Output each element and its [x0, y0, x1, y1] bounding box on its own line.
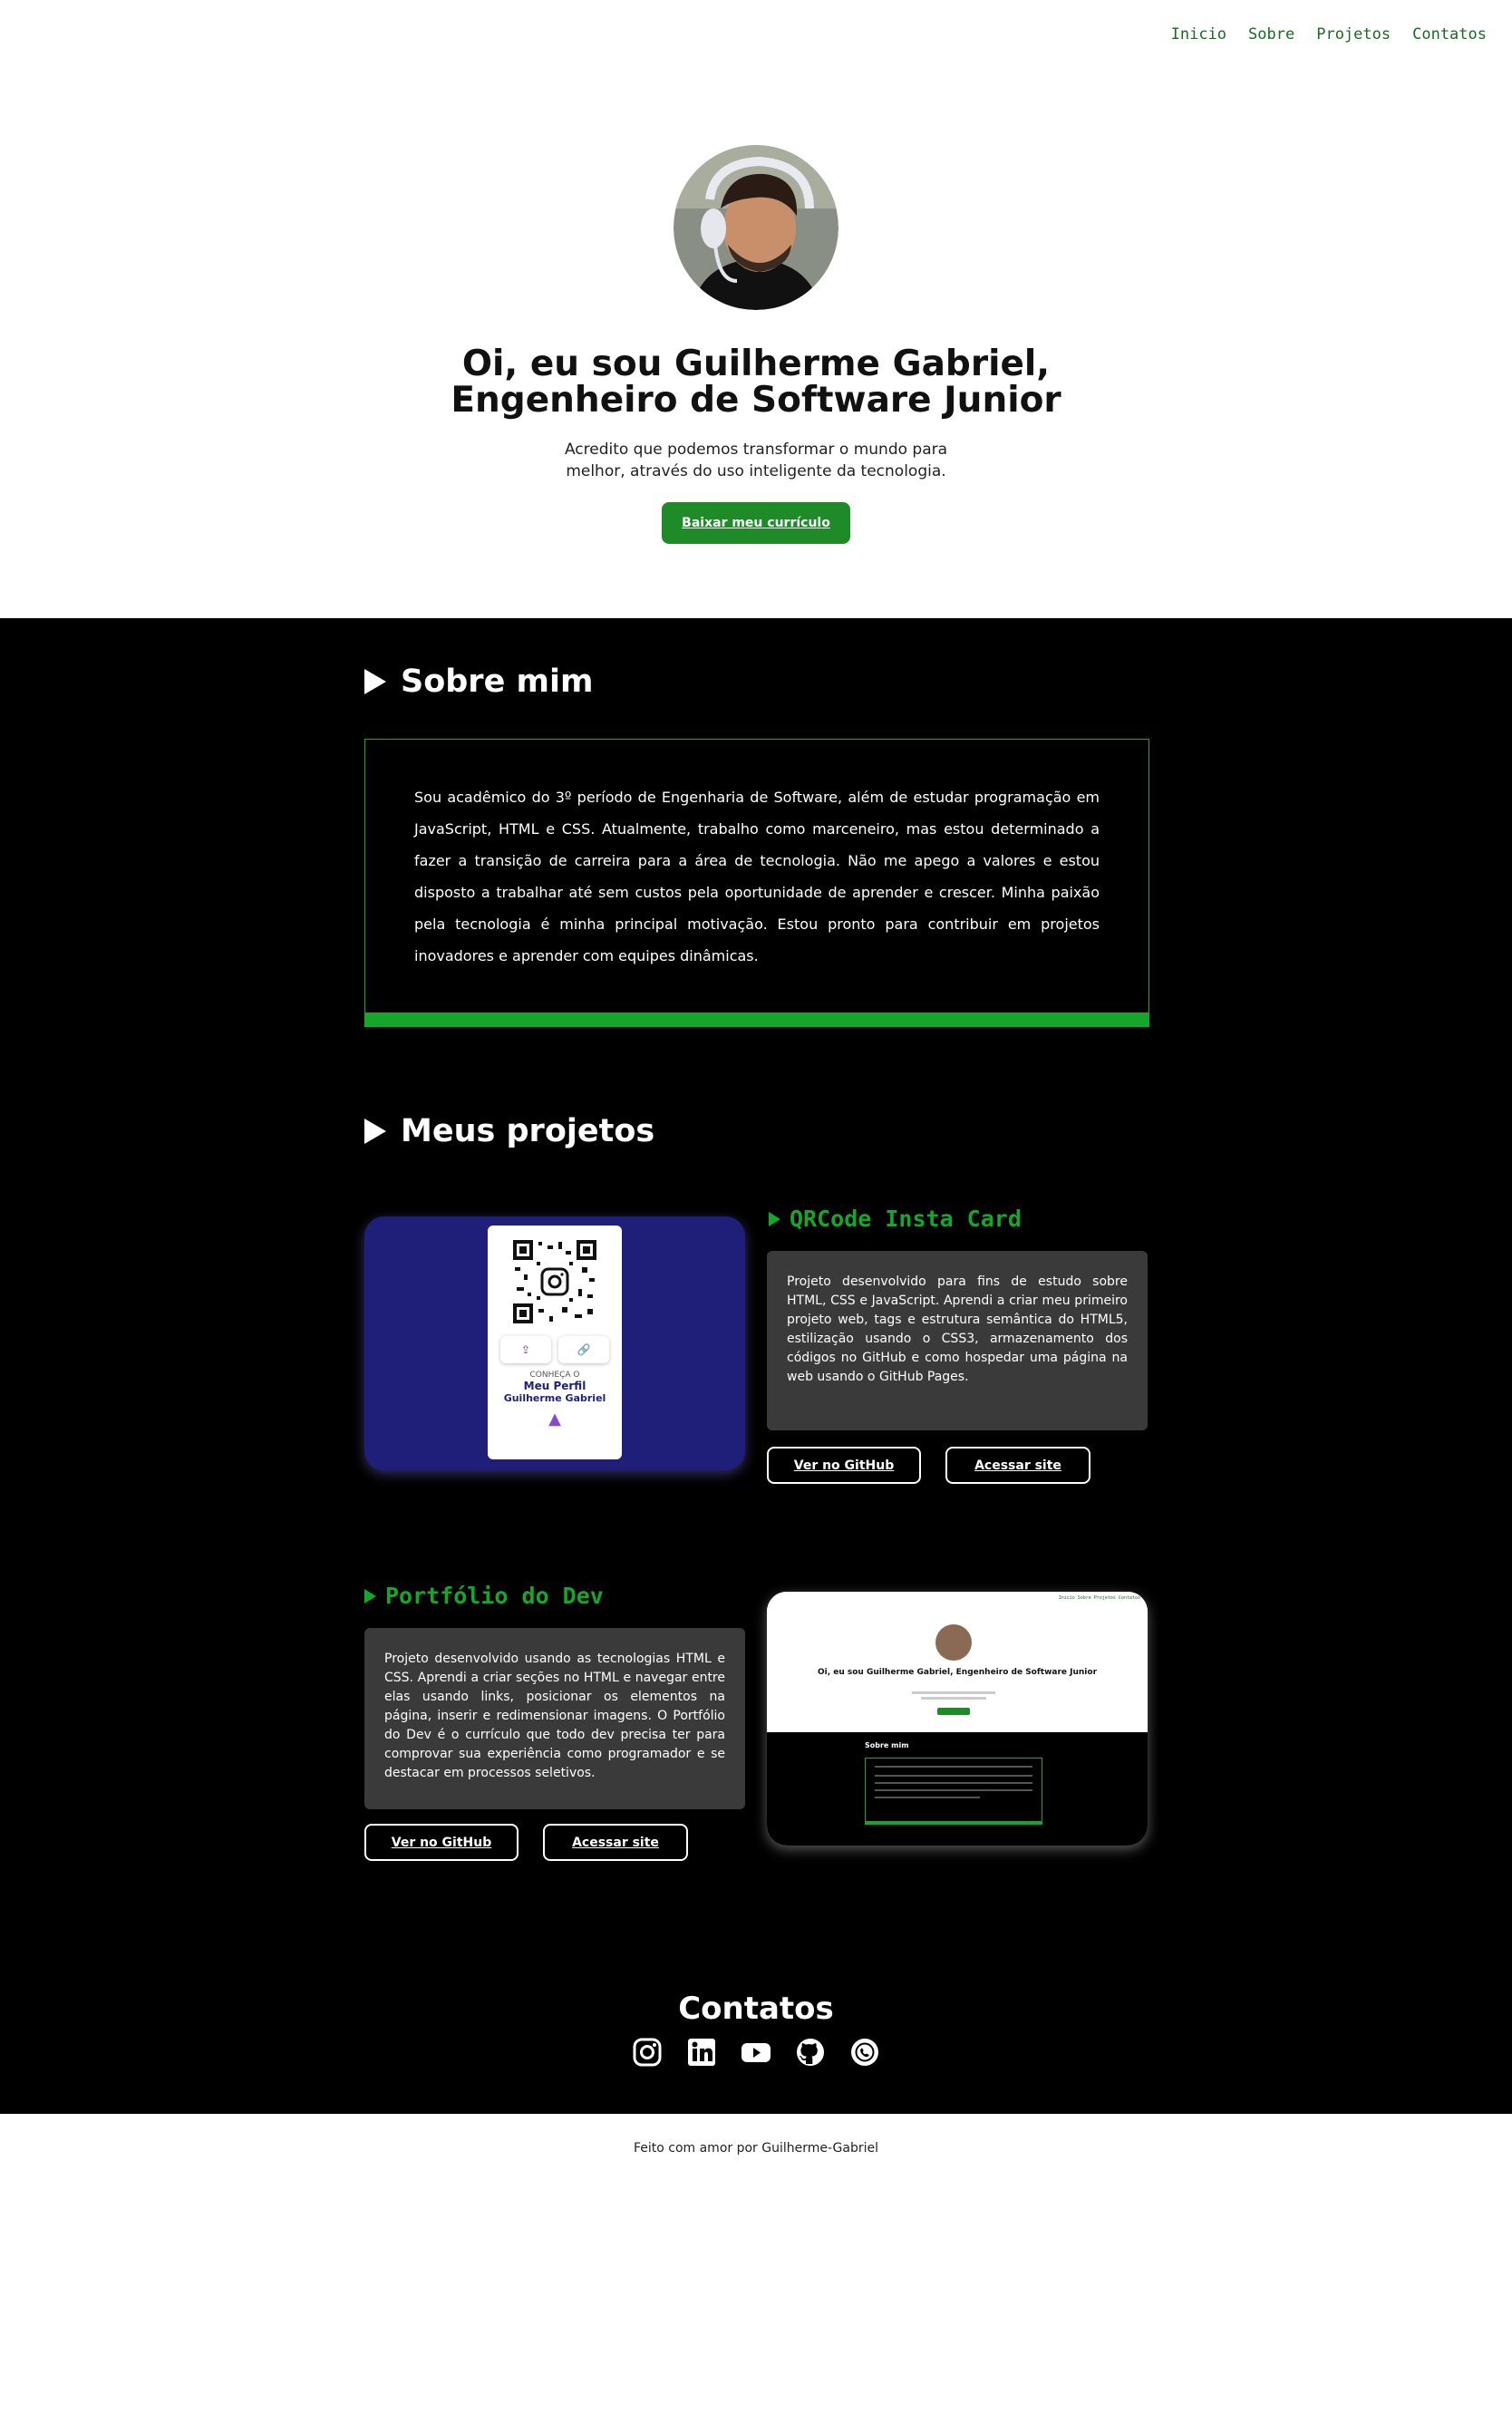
about-heading-text: Sobre mim [401, 664, 594, 700]
qr-card-label3: Guilherme Gabriel [503, 1392, 606, 1404]
qrcode-project-preview[interactable]: ⇪ 🔗 CONHEÇA O Meu Perfil Guilherme Gabri… [364, 1216, 745, 1470]
portfolio-github-button[interactable]: Ver no GitHub [364, 1824, 519, 1861]
github-icon[interactable] [794, 2036, 827, 2069]
qr-code-icon [511, 1238, 598, 1325]
hero-subtitle: Acredito que podemos transformar o mundo… [564, 441, 948, 480]
qr-card-label2: Meu Perfil [523, 1380, 586, 1392]
hero-title-line2: Engenheiro de Software Junior [451, 380, 1061, 421]
portfolio-site-button[interactable]: Acessar site [543, 1824, 688, 1861]
about-card: Sou acadêmico do 3º período de Engenhari… [364, 739, 1149, 1027]
download-cv-button[interactable]: Baixar meu currículo [662, 502, 850, 544]
project-title-qrcode: QRCode Insta Card [769, 1206, 1022, 1232]
qrcode-card-mockup: ⇪ 🔗 CONHEÇA O Meu Perfil Guilherme Gabri… [488, 1226, 622, 1459]
dark-section: Sobre mim Sou acadêmico do 3º período de… [0, 618, 1512, 2114]
portfolio-project-preview[interactable]: Inicio Sobre Projetos Contatos Oi, eu so… [767, 1592, 1148, 1846]
project-title-portfolio-text: Portfólio do Dev [385, 1583, 604, 1609]
footer: Feito com amor por Guilherme-Gabriel [0, 2141, 1512, 2156]
hero-title-line1: Oi, eu sou Guilherme Gabriel, [461, 344, 1051, 384]
whatsapp-icon[interactable] [848, 2036, 881, 2069]
portfolio-preview-title: Oi, eu sou Guilherme Gabriel, Engenheiro… [817, 1668, 1098, 1677]
contacts-heading: Contatos [678, 1991, 834, 2027]
portfolio-preview-hero: Inicio Sobre Projetos Contatos Oi, eu so… [767, 1592, 1148, 1732]
project-description-qrcode: Projeto desenvolvido para fins de estudo… [767, 1251, 1148, 1430]
triangle-icon [364, 1588, 376, 1604]
nav-link-sobre[interactable]: Sobre [1248, 25, 1294, 44]
qrcode-github-button[interactable]: Ver no GitHub [767, 1447, 921, 1484]
qr-card-label1: CONHEÇA O [529, 1371, 580, 1380]
projects-heading-text: Meus projetos [401, 1113, 655, 1149]
project-title-qrcode-text: QRCode Insta Card [790, 1206, 1022, 1232]
share-icon: ⇪ [500, 1336, 551, 1363]
footer-text: Feito com amor por Guilherme-Gabriel [633, 2141, 879, 2156]
triangle-icon [769, 1211, 780, 1226]
profile-avatar [674, 145, 838, 310]
social-links [0, 2036, 1512, 2069]
linkedin-icon[interactable] [685, 2036, 718, 2069]
project-description-portfolio: Projeto desenvolvido usando as tecnologi… [364, 1628, 745, 1809]
nav-link-contatos[interactable]: Contatos [1412, 25, 1487, 44]
instagram-icon[interactable] [631, 2036, 664, 2069]
youtube-icon[interactable] [740, 2036, 772, 2069]
projects-heading: Meus projetos [364, 1113, 654, 1149]
triangle-icon [364, 669, 386, 694]
qrcode-site-button[interactable]: Acessar site [945, 1447, 1090, 1484]
top-nav: Inicio Sobre Projetos Contatos [1171, 25, 1487, 44]
rocket-icon: ▲ [548, 1410, 561, 1429]
hero-section: Oi, eu sou Guilherme Gabriel, Engenheiro… [0, 145, 1512, 544]
hero-title: Oi, eu sou Guilherme Gabriel, Engenheiro… [0, 346, 1512, 419]
nav-link-inicio[interactable]: Inicio [1171, 25, 1226, 44]
about-heading: Sobre mim [364, 664, 593, 700]
about-text: Sou acadêmico do 3º período de Engenhari… [414, 789, 1100, 964]
nav-link-projetos[interactable]: Projetos [1316, 25, 1391, 44]
portfolio-preview-dark: Sobre mim [767, 1732, 1148, 1846]
portfolio-preview-section: Sobre mim [865, 1741, 909, 1749]
mini-avatar [935, 1624, 972, 1661]
project-title-portfolio: Portfólio do Dev [364, 1583, 604, 1609]
triangle-icon [364, 1119, 386, 1144]
link-icon: 🔗 [558, 1336, 609, 1363]
